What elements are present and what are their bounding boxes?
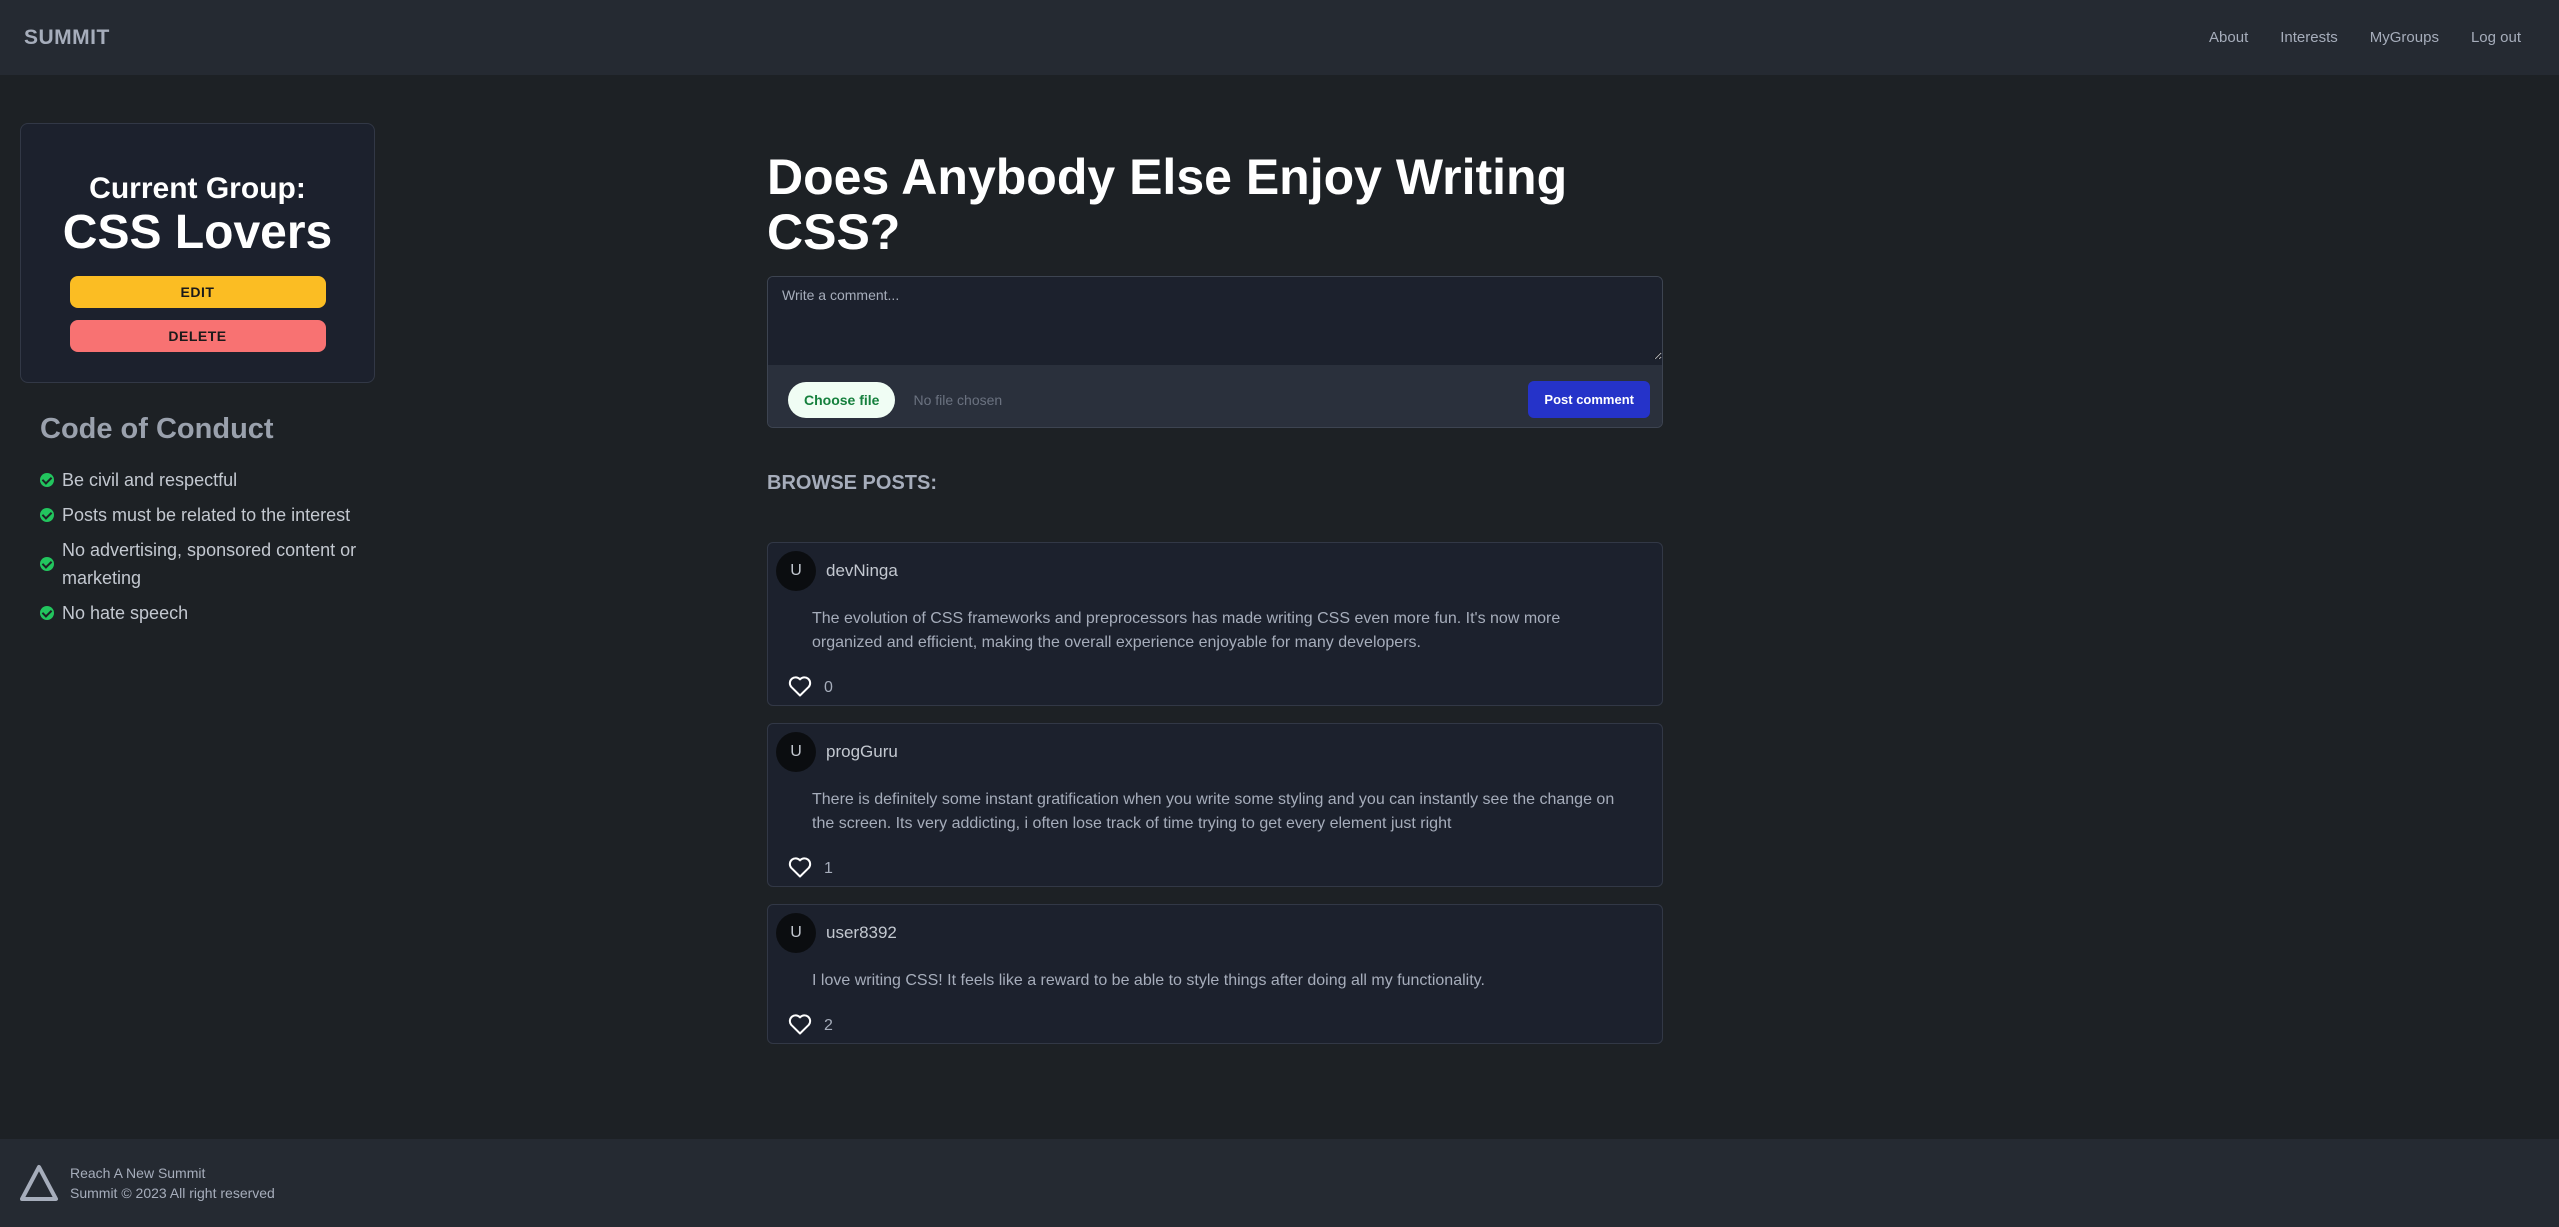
edit-group-button[interactable]: EDIT — [69, 275, 326, 308]
conduct-rule: No hate speech — [40, 599, 380, 627]
footer: Reach A New Summit Summit © 2023 All rig… — [0, 1139, 2559, 1227]
navbar: SUMMIT About Interests MyGroups Log out — [0, 0, 2559, 75]
conduct-rule: No advertising, sponsored content or mar… — [40, 536, 380, 592]
conduct-title: Code of Conduct — [40, 413, 274, 445]
avatar[interactable]: U — [776, 551, 816, 591]
avatar[interactable]: U — [776, 732, 816, 772]
like-count: 0 — [824, 679, 833, 696]
post-comment-button[interactable]: Post comment — [1528, 381, 1650, 418]
check-circle-icon — [40, 606, 54, 620]
browse-posts-heading: BROWSE POSTS: — [767, 472, 938, 494]
rule-text: Posts must be related to the interest — [62, 505, 351, 525]
post-username[interactable]: user8392 — [826, 923, 897, 943]
main-content: Does Anybody Else Enjoy Writing CSS? Cho… — [767, 150, 1663, 1061]
triangle-logo-icon — [20, 1165, 58, 1201]
delete-group-button[interactable]: DELETE — [69, 319, 326, 352]
conduct-rule: Be civil and respectful — [40, 466, 380, 494]
heart-icon[interactable] — [788, 1013, 812, 1035]
post-text: The evolution of CSS frameworks and prep… — [812, 610, 1561, 651]
post-header: U progGuru — [776, 732, 1654, 772]
post-footer: 1 — [776, 856, 1654, 878]
brand-logo[interactable]: SUMMIT — [24, 26, 110, 50]
check-circle-icon — [40, 473, 54, 487]
nav-links: About Interests MyGroups Log out — [2209, 29, 2521, 46]
post-card: U user8392 I love writing CSS! It feels … — [767, 904, 1663, 1044]
like-count: 2 — [824, 1017, 833, 1034]
file-status: No file chosen — [913, 391, 1003, 408]
like-count: 1 — [824, 860, 833, 877]
comment-input[interactable] — [768, 277, 1662, 360]
choose-file-button[interactable]: Choose file — [788, 381, 896, 418]
avatar[interactable]: U — [776, 913, 816, 953]
rule-text: No hate speech — [62, 603, 189, 623]
code-of-conduct: Code of Conduct Be civil and respectful … — [40, 413, 380, 634]
post-footer: 2 — [776, 1013, 1654, 1035]
post-text: I love writing CSS! It feels like a rewa… — [812, 972, 1485, 989]
nav-link-about[interactable]: About — [2209, 29, 2248, 46]
footer-copyright: Summit © 2023 All right reserved — [70, 1185, 275, 1201]
post-username[interactable]: devNinga — [826, 561, 898, 581]
post-card: U devNinga The evolution of CSS framewor… — [767, 542, 1663, 706]
comment-actions: Choose file No file chosen Post comment — [768, 365, 1662, 427]
rule-text: No advertising, sponsored content or mar… — [62, 540, 357, 588]
post-header: U user8392 — [776, 913, 1654, 953]
heart-icon[interactable] — [788, 856, 812, 878]
nav-link-mygroups[interactable]: MyGroups — [2370, 29, 2439, 46]
post-header: U devNinga — [776, 551, 1654, 591]
group-name: CSS Lovers — [62, 206, 333, 259]
comment-form: Choose file No file chosen Post comment — [767, 276, 1663, 428]
nav-link-interests[interactable]: Interests — [2280, 29, 2338, 46]
page-title: Does Anybody Else Enjoy Writing CSS? — [767, 149, 1568, 260]
post-username[interactable]: progGuru — [826, 742, 898, 762]
check-circle-icon — [40, 557, 54, 571]
post-list: U devNinga The evolution of CSS framewor… — [767, 542, 1663, 1044]
post-footer: 0 — [776, 675, 1654, 697]
footer-text: Reach A New Summit Summit © 2023 All rig… — [70, 1163, 275, 1203]
file-upload: Choose file No file chosen — [788, 381, 1003, 418]
current-group-label: Current Group: — [89, 172, 306, 205]
check-circle-icon — [40, 508, 54, 522]
footer-tagline: Reach A New Summit — [70, 1165, 206, 1181]
post-text: There is definitely some instant gratifi… — [812, 791, 1615, 832]
heart-icon[interactable] — [788, 675, 812, 697]
current-group-card: Current Group: CSS Lovers EDIT DELETE — [20, 123, 375, 383]
rule-text: Be civil and respectful — [62, 470, 238, 490]
conduct-rule: Posts must be related to the interest — [40, 501, 380, 529]
nav-link-logout[interactable]: Log out — [2471, 29, 2521, 46]
post-card: U progGuru There is definitely some inst… — [767, 723, 1663, 887]
